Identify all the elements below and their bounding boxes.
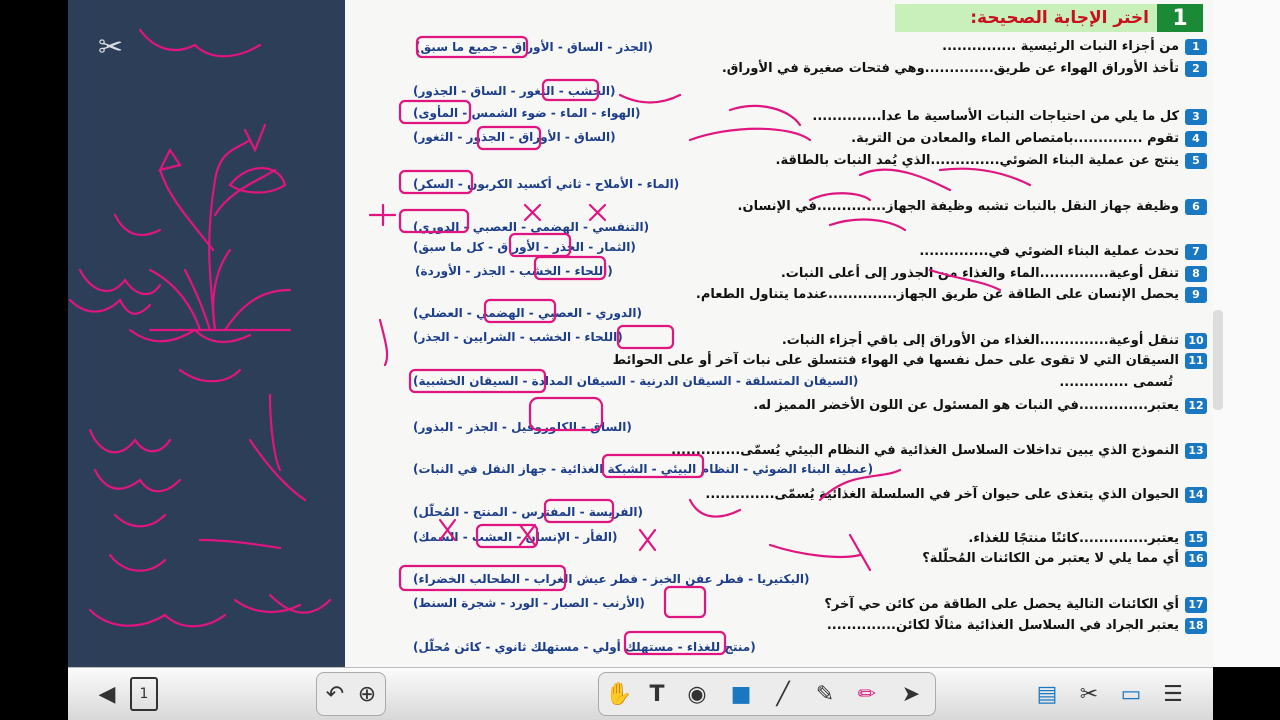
- question-6: 6 وظيفة جهاز النقل بالنبات تشبه وظيفة الج…: [738, 198, 1207, 216]
- spotlight-icon[interactable]: ◉: [680, 674, 714, 714]
- question-text: تنقل أوعية..............الغذاء من الأورا…: [781, 333, 1179, 348]
- question-2: 2 تأخذ الأوراق الهواء عن طريق............…: [722, 60, 1207, 78]
- question-17: 17 أي الكائنات التالية يحصل على الطاقة من…: [824, 596, 1207, 614]
- pencil-icon[interactable]: ✏: [850, 674, 884, 714]
- question-number-badge: 16: [1185, 550, 1207, 567]
- question-text: ينتج عن عملية البناء الضوئي.............…: [775, 153, 1179, 168]
- answer-options: (منتج للغذاء - مستهلك أولي - مستهلك ثانو…: [413, 640, 756, 654]
- back-arrow-icon[interactable]: ◀: [92, 674, 122, 714]
- answer-options: (الجذر - الساق - الأوراق - جميع ما سبق): [415, 40, 654, 54]
- question-1: 1 من أجزاء النبات الرئيسية ..............…: [942, 38, 1207, 56]
- question-number-badge: 6: [1185, 198, 1207, 215]
- pointer-icon[interactable]: ➤: [894, 674, 928, 714]
- answer-options: (التنفسي - الهضمي - العصبي - الدوري): [413, 220, 650, 234]
- question-8: 8 تنقل أوعية..............الماء والغذاء م…: [781, 265, 1207, 283]
- right-margin: [1213, 0, 1280, 667]
- question-text: أي الكائنات التالية يحصل على الطاقة من ك…: [824, 597, 1179, 612]
- question-number-badge: 4: [1185, 130, 1207, 147]
- answer-options: (الساق - الأوراق - الجذور - الثغور): [413, 130, 616, 144]
- page-number-indicator[interactable]: 1: [130, 677, 158, 711]
- question-15: 15 يعتبر..............كائنًا منتجًا للغذا…: [968, 530, 1207, 548]
- question-number-badge: 18: [1185, 617, 1207, 634]
- answer-options: (البكتيريا - فطر عفن الخبز - فطر عيش الغ…: [413, 572, 810, 586]
- undo-icon[interactable]: ↶: [320, 674, 350, 714]
- question-text-continued: تُسمى ..............: [1059, 375, 1173, 390]
- question-text: يحصل الإنسان على الطاقة عن طريق الجهاز..…: [695, 287, 1179, 302]
- app-logo-icon: ✂: [98, 30, 124, 65]
- question-text: الحيوان الذي يتغذى على حيوان آخر في السل…: [705, 487, 1179, 502]
- question-9: 9 يحصل الإنسان على الطاقة عن طريق الجهاز.…: [696, 286, 1207, 304]
- question-number-badge: 1: [1185, 38, 1207, 55]
- question-14: 14 الحيوان الذي يتغذى على حيوان آخر في ال…: [705, 486, 1207, 504]
- monitor-icon[interactable]: ▭: [1114, 674, 1148, 714]
- section-title: اختر الإجابة الصحيحة:: [895, 4, 1157, 32]
- question-10: 10 تنقل أوعية..............الغذاء من الأو…: [782, 332, 1207, 350]
- question-4: 4 تقوم ..............بامتصاص الماء والمعا…: [851, 130, 1207, 148]
- question-number-badge: 14: [1185, 486, 1207, 503]
- answer-options: (الفأر - الإنسان - العشب - السمك): [413, 530, 618, 544]
- answer-options: (الساق - الكلوروفيل - الجذر - البذور): [413, 420, 632, 434]
- question-11: 11 السيقان التي لا تقوى على حمل نفسها في …: [613, 352, 1207, 370]
- section-number: 1: [1157, 4, 1203, 32]
- question-text: تحدث عملية البناء الضوئي في.............…: [919, 244, 1179, 259]
- question-number-badge: 17: [1185, 596, 1207, 613]
- rectangle-icon[interactable]: ■: [724, 674, 758, 714]
- answer-options: (اللحاء - الخشب - الشرايين - الجذر): [413, 330, 623, 344]
- answer-options: (الأرنب - الصبار - الورد - شجرة السنط): [413, 596, 645, 610]
- question-13: 13 النموذج الذي يبين تداخلات السلاسل الغذ…: [671, 442, 1207, 460]
- target-icon[interactable]: ⊕: [352, 674, 382, 714]
- answer-options: (اللحاء - الخشب - الجذر - الأوردة): [415, 264, 613, 278]
- question-number-badge: 15: [1185, 530, 1207, 547]
- question-3: 3 كل ما يلي من احتياجات النبات الأساسية م…: [812, 108, 1207, 126]
- question-text: وظيفة جهاز النقل بالنبات تشبه وظيفة الجه…: [737, 199, 1179, 214]
- question-number-badge: 10: [1185, 332, 1207, 349]
- question-16: 16 أي مما يلي لا يعتبر من الكائنات المُحل…: [922, 550, 1207, 568]
- question-number-badge: 7: [1185, 243, 1207, 260]
- answer-options: (السيقان المتسلقة - السيقان الدرنية - ال…: [413, 374, 859, 388]
- question-number-badge: 2: [1185, 60, 1207, 77]
- question-text: يعتبر..............كائنًا منتجًا للغذاء.: [968, 531, 1179, 546]
- answer-options: (الثمار - الجذر - الأوراق - كل ما سبق): [413, 240, 636, 254]
- line-icon[interactable]: ╱: [766, 674, 800, 714]
- answer-options: (عملية البناء الضوئي - النظام البيئي - ا…: [413, 462, 874, 476]
- question-number-badge: 11: [1185, 352, 1207, 369]
- question-number-badge: 5: [1185, 152, 1207, 169]
- question-text: من أجزاء النبات الرئيسية ...............: [942, 39, 1179, 54]
- question-text: تأخذ الأوراق الهواء عن طريق.............…: [721, 61, 1179, 76]
- folder-icon[interactable]: ▤: [1030, 674, 1064, 714]
- question-number-badge: 8: [1185, 265, 1207, 282]
- question-number-badge: 12: [1185, 397, 1207, 414]
- scrollbar[interactable]: [1213, 310, 1223, 410]
- question-text: كل ما يلي من احتياجات النبات الأساسية ما…: [812, 109, 1179, 124]
- section-header: 1 اختر الإجابة الصحيحة:: [895, 4, 1203, 32]
- question-text: أي مما يلي لا يعتبر من الكائنات المُحلّل…: [922, 551, 1179, 566]
- hand-icon[interactable]: ✋: [602, 674, 636, 714]
- whiteboard-canvas[interactable]: [68, 0, 345, 667]
- question-number-badge: 9: [1185, 286, 1207, 303]
- answer-options: (الهواء - الماء - ضوء الشمس - المأوى): [413, 106, 641, 120]
- text-icon[interactable]: T: [640, 674, 674, 714]
- question-text: السيقان التي لا تقوى على حمل نفسها في ال…: [612, 353, 1179, 368]
- menu-icon[interactable]: ☰: [1156, 674, 1190, 714]
- question-7: 7 تحدث عملية البناء الضوئي في............…: [919, 243, 1207, 261]
- eraser-icon[interactable]: ✎: [808, 674, 842, 714]
- question-text: يعتبر..............في النبات هو المسئول …: [753, 398, 1179, 413]
- answer-options: (الماء - الأملاح - ثاني أكسيد الكربون - …: [413, 177, 680, 191]
- worksheet-page: 1 اختر الإجابة الصحيحة: 1 من أجزاء النبات…: [345, 0, 1213, 667]
- question-number-badge: 13: [1185, 442, 1207, 459]
- answer-options: (الفريسة - المفترس - المنتج - المُحلّل): [413, 505, 643, 519]
- tools-icon[interactable]: ✂: [1072, 674, 1106, 714]
- question-18: 18 يعتبر الجراد في السلاسل الغذائية مثالً…: [827, 617, 1207, 635]
- answer-options: (الدوري - العصبي - الهضمي - العضلي): [413, 306, 642, 320]
- question-12: 12 يعتبر..............في النبات هو المسئو…: [753, 397, 1207, 415]
- question-5: 5 ينتج عن عملية البناء الضوئي............…: [776, 152, 1207, 170]
- question-text: تنقل أوعية..............الماء والغذاء من…: [780, 266, 1179, 281]
- question-number-badge: 3: [1185, 108, 1207, 125]
- question-text: يعتبر الجراد في السلاسل الغذائية مثالًا …: [826, 618, 1179, 633]
- question-text: تقوم ..............بامتصاص الماء والمعاد…: [851, 131, 1179, 146]
- question-text: النموذج الذي يبين تداخلات السلاسل الغذائ…: [671, 443, 1179, 458]
- answer-options: (الخشب - الثغور - الساق - الجذور): [413, 84, 616, 98]
